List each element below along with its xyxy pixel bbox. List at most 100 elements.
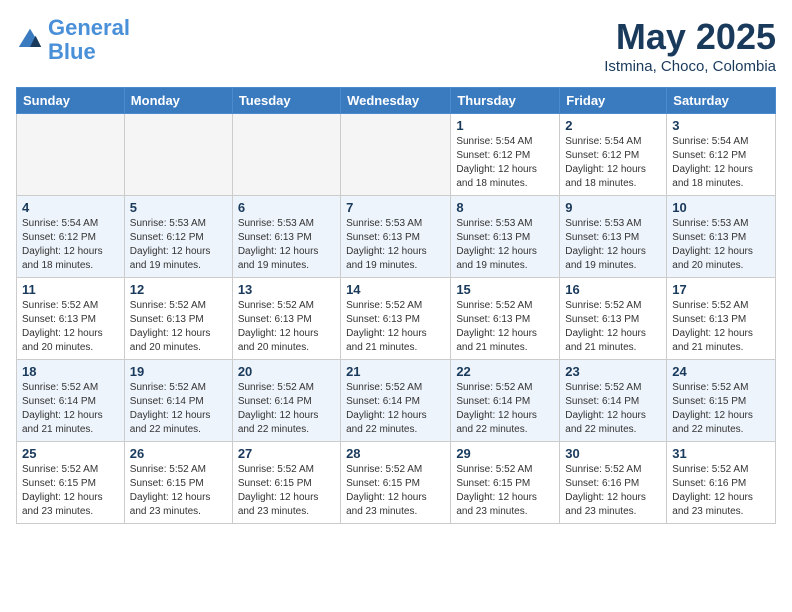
- header: General Blue May 2025 Istmina, Choco, Co…: [16, 16, 776, 75]
- day-number: 2: [565, 118, 661, 133]
- calendar-cell: 26 Sunrise: 5:52 AMSunset: 6:15 PMDayligh…: [124, 442, 232, 524]
- day-number: 16: [565, 282, 661, 297]
- calendar-cell: 9 Sunrise: 5:53 AMSunset: 6:13 PMDaylight…: [560, 196, 667, 278]
- calendar-cell: 12Sunrise: 5:52 AMSunset: 6:13 PMDayligh…: [124, 278, 232, 360]
- calendar-week-2: 4Sunrise: 5:54 AMSunset: 6:12 PMDaylight…: [17, 196, 776, 278]
- day-info: Sunrise: 5:54 AMSunset: 6:12 PMDaylight:…: [456, 135, 554, 191]
- calendar-cell: 29 Sunrise: 5:52 AMSunset: 6:15 PMDayligh…: [451, 442, 560, 524]
- day-info: Sunrise: 5:52 AMSunset: 6:14 PMDaylight:…: [346, 381, 445, 437]
- day-info: Sunrise: 5:52 AMSunset: 6:14 PMDaylight:…: [238, 381, 335, 437]
- calendar-cell: 25 Sunrise: 5:52 AMSunset: 6:15 PMDayligh…: [17, 442, 125, 524]
- calendar-week-4: 18 Sunrise: 5:52 AMSunset: 6:14 PMDayligh…: [17, 360, 776, 442]
- calendar-cell: 21 Sunrise: 5:52 AMSunset: 6:14 PMDayligh…: [341, 360, 451, 442]
- day-number: 24: [672, 364, 770, 379]
- calendar-cell: 4Sunrise: 5:54 AMSunset: 6:12 PMDaylight…: [17, 196, 125, 278]
- day-info: Sunrise: 5:52 AMSunset: 6:15 PMDaylight:…: [130, 463, 227, 519]
- calendar-cell: 14 Sunrise: 5:52 AMSunset: 6:13 PMDayligh…: [341, 278, 451, 360]
- calendar-cell: 30 Sunrise: 5:52 AMSunset: 6:16 PMDayligh…: [560, 442, 667, 524]
- calendar-week-5: 25 Sunrise: 5:52 AMSunset: 6:15 PMDayligh…: [17, 442, 776, 524]
- day-info: Sunrise: 5:52 AMSunset: 6:15 PMDaylight:…: [346, 463, 445, 519]
- day-number: 14: [346, 282, 445, 297]
- calendar-cell: 7 Sunrise: 5:53 AMSunset: 6:13 PMDaylight…: [341, 196, 451, 278]
- day-info: Sunrise: 5:54 AMSunset: 6:12 PMDaylight:…: [672, 135, 770, 191]
- calendar-cell: 16Sunrise: 5:52 AMSunset: 6:13 PMDayligh…: [560, 278, 667, 360]
- day-info: Sunrise: 5:52 AMSunset: 6:13 PMDaylight:…: [238, 299, 335, 355]
- calendar-cell: 3 Sunrise: 5:54 AMSunset: 6:12 PMDaylight…: [667, 114, 776, 196]
- day-info: Sunrise: 5:53 AMSunset: 6:13 PMDaylight:…: [456, 217, 554, 273]
- calendar-cell: 19Sunrise: 5:52 AMSunset: 6:14 PMDayligh…: [124, 360, 232, 442]
- day-info: Sunrise: 5:52 AMSunset: 6:13 PMDaylight:…: [346, 299, 445, 355]
- calendar-cell: 17Sunrise: 5:52 AMSunset: 6:13 PMDayligh…: [667, 278, 776, 360]
- day-info: Sunrise: 5:53 AMSunset: 6:13 PMDaylight:…: [346, 217, 445, 273]
- day-info: Sunrise: 5:52 AMSunset: 6:13 PMDaylight:…: [22, 299, 119, 355]
- day-number: 5: [130, 200, 227, 215]
- day-number: 8: [456, 200, 554, 215]
- day-number: 26: [130, 446, 227, 461]
- day-number: 15: [456, 282, 554, 297]
- day-number: 21: [346, 364, 445, 379]
- weekday-header-tuesday: Tuesday: [232, 88, 340, 114]
- calendar-week-1: 1 Sunrise: 5:54 AMSunset: 6:12 PMDaylight…: [17, 114, 776, 196]
- weekday-header-saturday: Saturday: [667, 88, 776, 114]
- day-number: 10: [672, 200, 770, 215]
- calendar-cell: [124, 114, 232, 196]
- day-number: 17: [672, 282, 770, 297]
- calendar-cell: 31 Sunrise: 5:52 AMSunset: 6:16 PMDayligh…: [667, 442, 776, 524]
- month-title: May 2025: [604, 16, 776, 58]
- calendar-week-3: 11 Sunrise: 5:52 AMSunset: 6:13 PMDayligh…: [17, 278, 776, 360]
- day-info: Sunrise: 5:52 AMSunset: 6:13 PMDaylight:…: [456, 299, 554, 355]
- calendar-cell: 23Sunrise: 5:52 AMSunset: 6:14 PMDayligh…: [560, 360, 667, 442]
- day-info: Sunrise: 5:52 AMSunset: 6:16 PMDaylight:…: [672, 463, 770, 519]
- day-info: Sunrise: 5:52 AMSunset: 6:14 PMDaylight:…: [130, 381, 227, 437]
- day-info: Sunrise: 5:52 AMSunset: 6:15 PMDaylight:…: [456, 463, 554, 519]
- calendar-cell: [17, 114, 125, 196]
- day-number: 18: [22, 364, 119, 379]
- day-number: 25: [22, 446, 119, 461]
- calendar-cell: 20 Sunrise: 5:52 AMSunset: 6:14 PMDayligh…: [232, 360, 340, 442]
- calendar-cell: 18Sunrise: 5:52 AMSunset: 6:14 PMDayligh…: [17, 360, 125, 442]
- day-number: 29: [456, 446, 554, 461]
- calendar-cell: 13 Sunrise: 5:52 AMSunset: 6:13 PMDayligh…: [232, 278, 340, 360]
- day-number: 20: [238, 364, 335, 379]
- calendar-cell: 24 Sunrise: 5:52 AMSunset: 6:15 PMDayligh…: [667, 360, 776, 442]
- day-number: 13: [238, 282, 335, 297]
- weekday-header-monday: Monday: [124, 88, 232, 114]
- calendar-cell: 15 Sunrise: 5:52 AMSunset: 6:13 PMDayligh…: [451, 278, 560, 360]
- calendar-cell: 22Sunrise: 5:52 AMSunset: 6:14 PMDayligh…: [451, 360, 560, 442]
- calendar-cell: 8 Sunrise: 5:53 AMSunset: 6:13 PMDaylight…: [451, 196, 560, 278]
- day-info: Sunrise: 5:53 AMSunset: 6:12 PMDaylight:…: [130, 217, 227, 273]
- day-number: 28: [346, 446, 445, 461]
- calendar-cell: 27 Sunrise: 5:52 AMSunset: 6:15 PMDayligh…: [232, 442, 340, 524]
- calendar-cell: 6 Sunrise: 5:53 AMSunset: 6:13 PMDaylight…: [232, 196, 340, 278]
- day-number: 6: [238, 200, 335, 215]
- day-number: 11: [22, 282, 119, 297]
- calendar-cell: 11 Sunrise: 5:52 AMSunset: 6:13 PMDayligh…: [17, 278, 125, 360]
- day-info: Sunrise: 5:52 AMSunset: 6:16 PMDaylight:…: [565, 463, 661, 519]
- day-number: 7: [346, 200, 445, 215]
- day-info: Sunrise: 5:53 AMSunset: 6:13 PMDaylight:…: [672, 217, 770, 273]
- title-block: May 2025 Istmina, Choco, Colombia: [604, 16, 776, 75]
- day-number: 9: [565, 200, 661, 215]
- logo-icon: [16, 26, 44, 54]
- day-info: Sunrise: 5:54 AMSunset: 6:12 PMDaylight:…: [565, 135, 661, 191]
- day-number: 30: [565, 446, 661, 461]
- calendar-cell: 5 Sunrise: 5:53 AMSunset: 6:12 PMDaylight…: [124, 196, 232, 278]
- day-info: Sunrise: 5:52 AMSunset: 6:15 PMDaylight:…: [22, 463, 119, 519]
- logo: General Blue: [16, 16, 130, 64]
- day-info: Sunrise: 5:52 AMSunset: 6:15 PMDaylight:…: [672, 381, 770, 437]
- day-info: Sunrise: 5:53 AMSunset: 6:13 PMDaylight:…: [565, 217, 661, 273]
- calendar-cell: 1 Sunrise: 5:54 AMSunset: 6:12 PMDaylight…: [451, 114, 560, 196]
- day-number: 3: [672, 118, 770, 133]
- calendar-cell: 10 Sunrise: 5:53 AMSunset: 6:13 PMDayligh…: [667, 196, 776, 278]
- day-info: Sunrise: 5:53 AMSunset: 6:13 PMDaylight:…: [238, 217, 335, 273]
- weekday-header-sunday: Sunday: [17, 88, 125, 114]
- day-number: 23: [565, 364, 661, 379]
- calendar-cell: 2 Sunrise: 5:54 AMSunset: 6:12 PMDaylight…: [560, 114, 667, 196]
- day-info: Sunrise: 5:52 AMSunset: 6:15 PMDaylight:…: [238, 463, 335, 519]
- weekday-header-thursday: Thursday: [451, 88, 560, 114]
- day-number: 31: [672, 446, 770, 461]
- calendar-table: SundayMondayTuesdayWednesdayThursdayFrid…: [16, 87, 776, 524]
- day-number: 1: [456, 118, 554, 133]
- day-number: 12: [130, 282, 227, 297]
- day-number: 27: [238, 446, 335, 461]
